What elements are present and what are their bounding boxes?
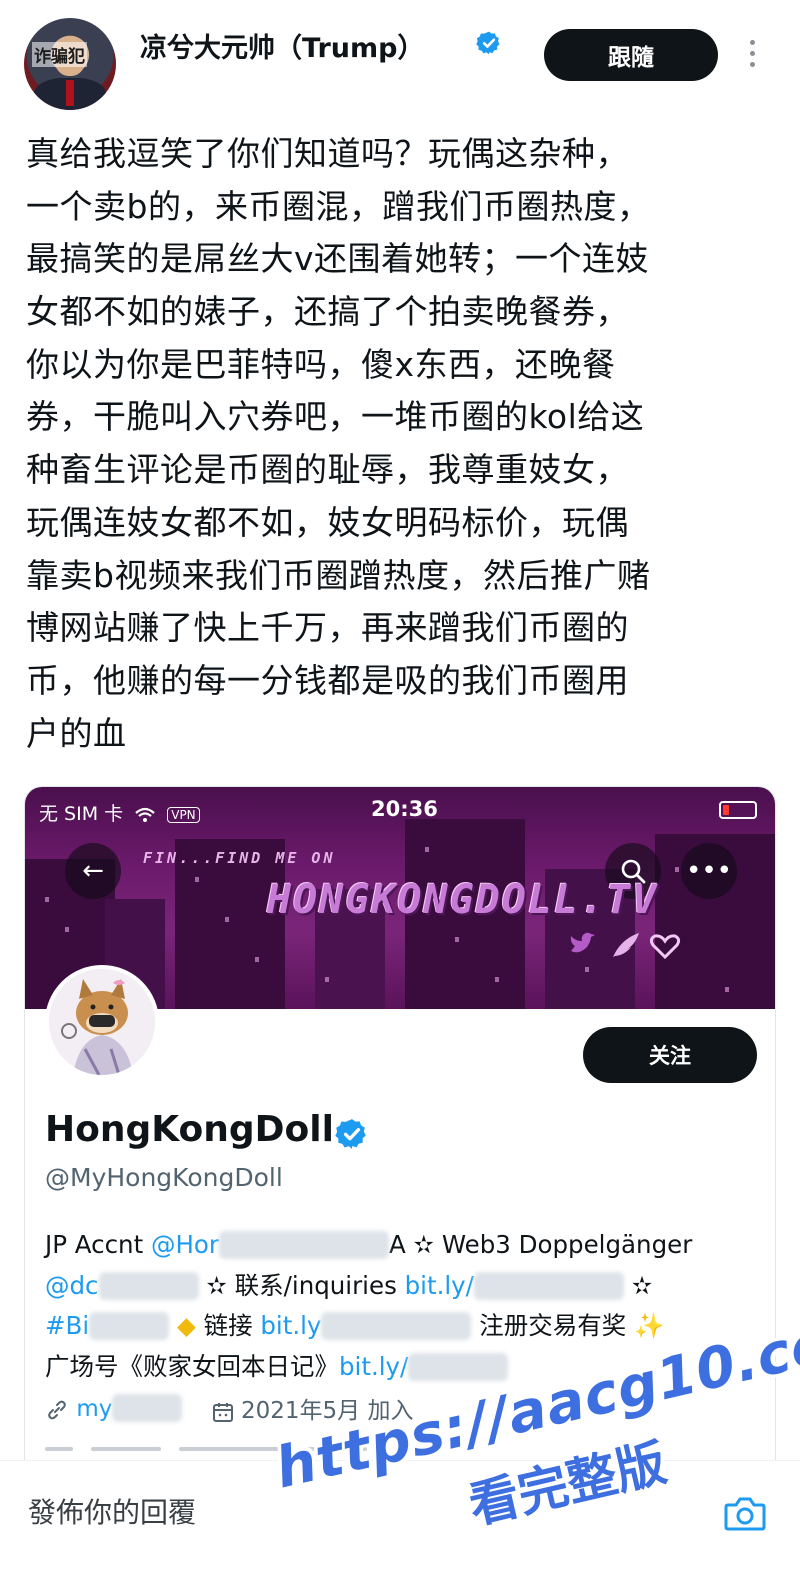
bio-url-link[interactable]: bit.ly	[260, 1311, 321, 1340]
phone-status-bar: 无 SIM 卡 VPN 20:36	[25, 787, 775, 833]
bio-line: JP Accnt @Hor A ✫ Web3 Doppelgänger	[45, 1225, 765, 1266]
diamond-icon: ◆	[169, 1311, 196, 1340]
link-icon	[48, 1400, 66, 1419]
bio-line: 广场号《败家女回本日记》bit.ly/	[45, 1347, 765, 1388]
bio-text: 链接	[195, 1311, 261, 1340]
tweet-header: 诈骗犯 凉兮大元帅（Trump） 跟隨	[0, 0, 800, 120]
blurred-text	[473, 1271, 624, 1300]
bio-url-link[interactable]: bit.ly/	[339, 1352, 408, 1381]
banner-window	[45, 897, 49, 902]
banner-window	[425, 847, 429, 852]
bio-text: ✫ 联系/inquiries	[198, 1270, 405, 1300]
bio-mention-link[interactable]: @dc	[45, 1271, 99, 1300]
website-item[interactable]: my	[45, 1394, 183, 1422]
tweet-text-line: 一个卖b的，来币圈混，蹭我们币圈热度，	[26, 186, 651, 226]
author-avatar[interactable]: 诈骗犯	[24, 18, 116, 110]
blurred-text	[89, 1312, 170, 1340]
status-left: 无 SIM 卡 VPN	[39, 799, 200, 826]
tweet-text-line: 靠卖b视频来我们币圈蹭热度，然后推广赌	[26, 555, 651, 595]
social-icons	[570, 932, 681, 960]
tweet-text-line: 券，干脆叫入穴券吧，一堆币圈的kol给这	[26, 397, 645, 437]
tweet-text-line: 最搞笑的是屌丝大v还围着她转；一个连妓	[26, 239, 650, 279]
camera-icon[interactable]	[722, 1491, 768, 1537]
website-link[interactable]: my	[76, 1396, 112, 1422]
vpn-badge: VPN	[167, 806, 200, 823]
bio-mention-link[interactable]: @Hor	[151, 1230, 219, 1259]
banner-window	[455, 937, 459, 942]
status-time: 20:36	[371, 797, 438, 821]
more-options-icon[interactable]	[744, 36, 760, 72]
bio-url-link[interactable]: bit.ly/	[405, 1271, 474, 1300]
tweet-text-line: 女都不如的婊子，还搞了个拍卖晚餐券，	[26, 292, 629, 332]
profile-meta-row: my 2021年5月 加入	[45, 1391, 435, 1425]
tweet-text-line: 博网站赚了快上千万，再来蹭我们币圈的	[26, 608, 629, 648]
bio-text: A ✫ Web3 Doppelgänger	[388, 1230, 693, 1259]
banner-window	[65, 927, 69, 932]
wifi-icon	[135, 807, 155, 822]
twitter-bird-icon	[570, 932, 595, 953]
reply-bar: 發佈你的回覆	[0, 1460, 800, 1571]
profile-avatar[interactable]	[45, 965, 159, 1079]
tweet-text-line: 户的血	[26, 713, 127, 753]
bio-line: #Bi ◆ 链接 bit.ly 注册交易有奖 ✨	[45, 1306, 765, 1347]
join-date-item: 2021年5月 加入	[212, 1391, 414, 1425]
banner-window	[495, 977, 499, 982]
tweet-text-line: 币，他赚的每一分钱都是吸的我们币圈用	[26, 660, 629, 700]
verified-badge-icon	[476, 31, 500, 55]
banner-subtitle: FIN...FIND ME ON	[143, 849, 336, 867]
reply-input[interactable]: 發佈你的回覆	[28, 1491, 196, 1531]
bio-text: 广场号《败家女回本日记》	[45, 1351, 339, 1381]
banner-window	[585, 967, 589, 972]
back-arrow-icon[interactable]: ←	[65, 843, 121, 899]
embedded-screenshot[interactable]: 无 SIM 卡 VPN 20:36 ← ••• FIN...FIND ME ON…	[24, 786, 776, 1546]
tweet-text-line: 真给我逗笑了你们知道吗？玩偶这杂种，	[26, 134, 629, 173]
profile-handle: @MyHongKongDoll	[45, 1163, 283, 1192]
heart-logo-icon	[649, 934, 681, 960]
blurred-text	[218, 1231, 389, 1259]
bio-line: @dc ✫ 联系/inquiries bit.ly/ ✫	[45, 1266, 765, 1307]
banner-window	[325, 977, 329, 982]
banner-window	[675, 867, 679, 872]
blurred-text	[408, 1352, 509, 1381]
calendar-icon	[212, 1402, 233, 1422]
bio-text: ✫	[623, 1270, 653, 1300]
banner-logo-text: HONGKONGDOLL.TV	[267, 877, 659, 923]
banner-window	[725, 987, 729, 992]
tweet-text: 真给我逗笑了你们知道吗？玩偶这杂种， 一个卖b的，来币圈混，蹭我们币圈热度， 最…	[26, 128, 786, 760]
tweet-text-line: 你以为你是巴菲特吗，傻x东西，还晚餐	[26, 344, 616, 384]
banner-window	[255, 957, 259, 962]
banner-window	[195, 877, 199, 882]
blurred-text	[321, 1312, 472, 1340]
bio-text: 注册交易有奖 ✨	[471, 1311, 665, 1340]
bio-text: JP Accnt	[45, 1230, 151, 1259]
avatar-stamp-text: 诈骗犯	[32, 42, 87, 67]
tweet-text-line: 玩偶连妓女都不如，妓女明码标价，玩偶	[26, 502, 629, 542]
blurred-text	[98, 1271, 199, 1300]
profile-name: HongKongDoll	[45, 1109, 334, 1150]
blurred-text	[112, 1394, 183, 1422]
join-date-text: 2021年5月 加入	[240, 1398, 414, 1424]
follow-button[interactable]: 跟隨	[544, 29, 718, 81]
profile-follow-button[interactable]: 关注	[583, 1027, 757, 1083]
banner-window	[225, 917, 229, 922]
profile-stats-cropped	[45, 1443, 465, 1453]
avatar-tie	[66, 80, 74, 106]
tweet-text-line: 种畜生评论是币圈的耻辱，我尊重妓女，	[26, 450, 629, 490]
bio-hashtag-link[interactable]: #Bi	[45, 1311, 89, 1340]
shiba-dog-icon	[49, 969, 155, 1075]
author-name[interactable]: 凉兮大元帅（Trump）	[140, 26, 424, 65]
battery-icon	[719, 801, 757, 819]
carrier-text: 无 SIM 卡	[39, 803, 124, 825]
more-options-icon[interactable]: •••	[681, 843, 737, 899]
feather-icon	[613, 933, 639, 957]
verified-badge-icon	[335, 1119, 366, 1149]
profile-bio: JP Accnt @Hor A ✫ Web3 Doppelgänger @dc ✫…	[45, 1225, 765, 1387]
profile-banner: 无 SIM 卡 VPN 20:36 ← ••• FIN...FIND ME ON…	[25, 787, 775, 1009]
